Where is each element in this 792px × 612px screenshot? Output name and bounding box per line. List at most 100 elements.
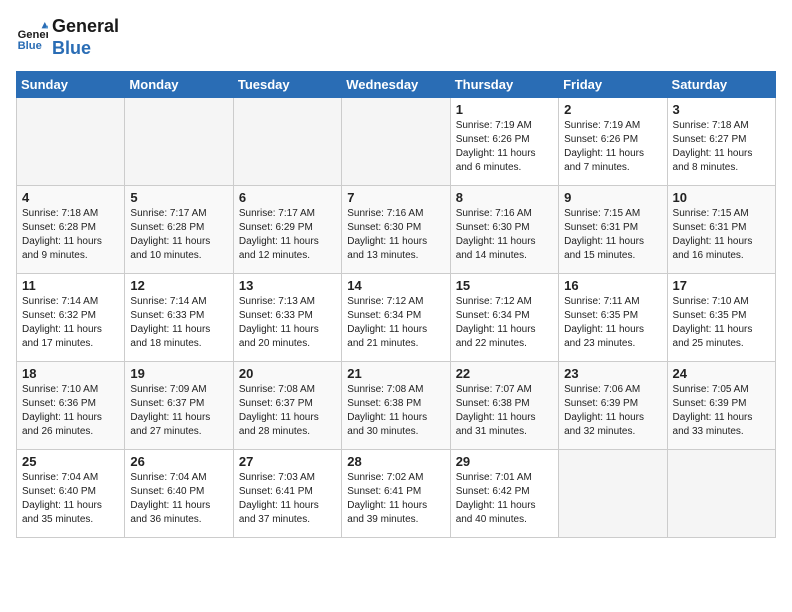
calendar-cell: 16 Sunrise: 7:11 AM Sunset: 6:35 PM Dayli… [559,274,667,362]
calendar-cell: 27 Sunrise: 7:03 AM Sunset: 6:41 PM Dayli… [233,450,341,538]
calendar-cell: 5 Sunrise: 7:17 AM Sunset: 6:28 PM Daylig… [125,186,233,274]
day-info: Sunrise: 7:18 AM Sunset: 6:28 PM Dayligh… [22,207,119,263]
day-number: 13 [239,278,336,293]
day-info: Sunrise: 7:06 AM Sunset: 6:39 PM Dayligh… [564,383,661,439]
calendar-cell: 11 Sunrise: 7:14 AM Sunset: 6:32 PM Dayli… [17,274,125,362]
day-number: 22 [456,366,553,381]
calendar-cell: 29 Sunrise: 7:01 AM Sunset: 6:42 PM Dayli… [450,450,558,538]
calendar-cell: 26 Sunrise: 7:04 AM Sunset: 6:40 PM Dayli… [125,450,233,538]
day-info: Sunrise: 7:11 AM Sunset: 6:35 PM Dayligh… [564,295,661,351]
day-number: 23 [564,366,661,381]
calendar-week-5: 25 Sunrise: 7:04 AM Sunset: 6:40 PM Dayli… [17,450,776,538]
weekday-header-friday: Friday [559,72,667,98]
day-info: Sunrise: 7:16 AM Sunset: 6:30 PM Dayligh… [456,207,553,263]
day-info: Sunrise: 7:15 AM Sunset: 6:31 PM Dayligh… [673,207,770,263]
calendar-cell [17,98,125,186]
day-info: Sunrise: 7:05 AM Sunset: 6:39 PM Dayligh… [673,383,770,439]
day-info: Sunrise: 7:01 AM Sunset: 6:42 PM Dayligh… [456,471,553,527]
calendar-table: SundayMondayTuesdayWednesdayThursdayFrid… [16,71,776,538]
calendar-cell: 15 Sunrise: 7:12 AM Sunset: 6:34 PM Dayli… [450,274,558,362]
day-number: 16 [564,278,661,293]
day-number: 9 [564,190,661,205]
day-number: 5 [130,190,227,205]
day-info: Sunrise: 7:19 AM Sunset: 6:26 PM Dayligh… [564,119,661,175]
calendar-cell: 22 Sunrise: 7:07 AM Sunset: 6:38 PM Dayli… [450,362,558,450]
day-number: 19 [130,366,227,381]
calendar-cell: 6Sunrise: 7:17 AM Sunset: 6:29 PM Daylig… [233,186,341,274]
day-number: 4 [22,190,119,205]
day-number: 26 [130,454,227,469]
calendar-cell: 21 Sunrise: 7:08 AM Sunset: 6:38 PM Dayli… [342,362,450,450]
calendar-week-1: 1 Sunrise: 7:19 AM Sunset: 6:26 PM Daylig… [17,98,776,186]
day-info: Sunrise: 7:08 AM Sunset: 6:38 PM Dayligh… [347,383,444,439]
day-info: Sunrise: 7:04 AM Sunset: 6:40 PM Dayligh… [22,471,119,527]
calendar-cell: 28 Sunrise: 7:02 AM Sunset: 6:41 PM Dayli… [342,450,450,538]
calendar-cell: 19 Sunrise: 7:09 AM Sunset: 6:37 PM Dayli… [125,362,233,450]
logo-general: General [52,16,119,38]
weekday-header-tuesday: Tuesday [233,72,341,98]
calendar-week-3: 11 Sunrise: 7:14 AM Sunset: 6:32 PM Dayli… [17,274,776,362]
calendar-cell [342,98,450,186]
day-info: Sunrise: 7:15 AM Sunset: 6:31 PM Dayligh… [564,207,661,263]
calendar-cell: 17 Sunrise: 7:10 AM Sunset: 6:35 PM Dayli… [667,274,775,362]
day-info: Sunrise: 7:17 AM Sunset: 6:28 PM Dayligh… [130,207,227,263]
day-number: 29 [456,454,553,469]
day-number: 1 [456,102,553,117]
day-number: 24 [673,366,770,381]
calendar-cell: 24 Sunrise: 7:05 AM Sunset: 6:39 PM Dayli… [667,362,775,450]
day-number: 28 [347,454,444,469]
day-info: Sunrise: 7:14 AM Sunset: 6:32 PM Dayligh… [22,295,119,351]
day-info: Sunrise: 7:10 AM Sunset: 6:36 PM Dayligh… [22,383,119,439]
calendar-cell: 8 Sunrise: 7:16 AM Sunset: 6:30 PM Daylig… [450,186,558,274]
day-info: Sunrise: 7:09 AM Sunset: 6:37 PM Dayligh… [130,383,227,439]
day-number: 20 [239,366,336,381]
day-info: Sunrise: 7:10 AM Sunset: 6:35 PM Dayligh… [673,295,770,351]
weekday-header-sunday: Sunday [17,72,125,98]
day-number: 14 [347,278,444,293]
day-number: 6 [239,190,336,205]
day-info: Sunrise: 7:08 AM Sunset: 6:37 PM Dayligh… [239,383,336,439]
day-number: 11 [22,278,119,293]
day-number: 15 [456,278,553,293]
calendar-cell [125,98,233,186]
calendar-cell: 18 Sunrise: 7:10 AM Sunset: 6:36 PM Dayli… [17,362,125,450]
weekday-header-saturday: Saturday [667,72,775,98]
day-info: Sunrise: 7:04 AM Sunset: 6:40 PM Dayligh… [130,471,227,527]
calendar-cell: 9 Sunrise: 7:15 AM Sunset: 6:31 PM Daylig… [559,186,667,274]
svg-text:Blue: Blue [18,40,42,52]
day-number: 17 [673,278,770,293]
calendar-cell: 3Sunrise: 7:18 AM Sunset: 6:27 PM Daylig… [667,98,775,186]
weekday-header-monday: Monday [125,72,233,98]
calendar-cell [559,450,667,538]
day-number: 21 [347,366,444,381]
day-number: 8 [456,190,553,205]
day-info: Sunrise: 7:12 AM Sunset: 6:34 PM Dayligh… [456,295,553,351]
day-info: Sunrise: 7:14 AM Sunset: 6:33 PM Dayligh… [130,295,227,351]
page-header: General Blue General Blue [16,16,776,59]
calendar-cell: 12Sunrise: 7:14 AM Sunset: 6:33 PM Dayli… [125,274,233,362]
day-info: Sunrise: 7:16 AM Sunset: 6:30 PM Dayligh… [347,207,444,263]
calendar-cell [667,450,775,538]
calendar-cell: 20 Sunrise: 7:08 AM Sunset: 6:37 PM Dayli… [233,362,341,450]
calendar-cell: 1 Sunrise: 7:19 AM Sunset: 6:26 PM Daylig… [450,98,558,186]
calendar-cell: 2 Sunrise: 7:19 AM Sunset: 6:26 PM Daylig… [559,98,667,186]
day-info: Sunrise: 7:02 AM Sunset: 6:41 PM Dayligh… [347,471,444,527]
day-number: 18 [22,366,119,381]
day-info: Sunrise: 7:03 AM Sunset: 6:41 PM Dayligh… [239,471,336,527]
day-number: 27 [239,454,336,469]
logo-blue: Blue [52,38,119,60]
calendar-cell: 4 Sunrise: 7:18 AM Sunset: 6:28 PM Daylig… [17,186,125,274]
calendar-cell: 10Sunrise: 7:15 AM Sunset: 6:31 PM Dayli… [667,186,775,274]
calendar-cell: 7Sunrise: 7:16 AM Sunset: 6:30 PM Daylig… [342,186,450,274]
logo: General Blue General Blue [16,16,119,59]
day-info: Sunrise: 7:13 AM Sunset: 6:33 PM Dayligh… [239,295,336,351]
day-info: Sunrise: 7:19 AM Sunset: 6:26 PM Dayligh… [456,119,553,175]
calendar-cell: 23 Sunrise: 7:06 AM Sunset: 6:39 PM Dayli… [559,362,667,450]
calendar-cell: 25 Sunrise: 7:04 AM Sunset: 6:40 PM Dayli… [17,450,125,538]
calendar-week-2: 4 Sunrise: 7:18 AM Sunset: 6:28 PM Daylig… [17,186,776,274]
day-number: 2 [564,102,661,117]
day-info: Sunrise: 7:07 AM Sunset: 6:38 PM Dayligh… [456,383,553,439]
day-number: 25 [22,454,119,469]
svg-text:General: General [18,29,48,41]
calendar-cell: 14Sunrise: 7:12 AM Sunset: 6:34 PM Dayli… [342,274,450,362]
